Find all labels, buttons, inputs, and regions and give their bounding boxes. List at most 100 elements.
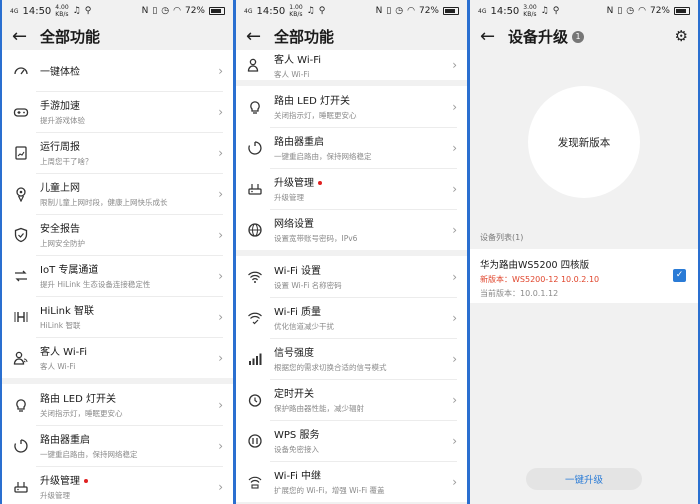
chevron-right-icon: › <box>218 397 223 412</box>
gear-icon[interactable]: ⚙ <box>675 27 688 45</box>
nfc-icon: N <box>606 6 614 16</box>
item-weekly-report[interactable]: 运行周报 上周您干了啥？ › <box>2 132 233 173</box>
page-title: 设备升级 1 <box>508 26 585 47</box>
item-router-restart[interactable]: 路由器重启 一键重启路由，保持网络稳定 › <box>2 425 233 466</box>
wifi-status-icon: ◠ <box>173 6 181 16</box>
item-led-switch[interactable]: 路由 LED 灯开关 关闭指示灯，睡眠更安心 › <box>2 384 233 425</box>
update-dot <box>84 479 88 483</box>
device-list-label: 设备列表(1) <box>480 233 524 242</box>
restart-icon <box>12 437 30 455</box>
item-subtitle: 上网安全防护 <box>40 239 85 248</box>
battery-icon <box>674 7 690 15</box>
screen-all-functions-2: 4G 14:50 1.00 KB/s ♫ ⚲ N ▯ ◷ ◠ 72% ← 全部功能… <box>236 0 467 504</box>
item-router-restart[interactable]: 路由器重启 一键重启路由，保持网络稳定 › <box>236 127 467 168</box>
item-wifi-quality[interactable]: Wi-Fi 质量优化信道减少干扰 › <box>236 297 467 338</box>
header: ← 设备升级 1 ⚙ <box>470 22 698 50</box>
child-icon <box>12 185 30 203</box>
gauge-icon <box>12 62 30 80</box>
chevron-right-icon: › <box>452 269 457 284</box>
chevron-right-icon: › <box>218 145 223 160</box>
bulb-icon <box>246 98 264 116</box>
vibrate-icon: ▯ <box>617 6 623 16</box>
report-icon <box>12 144 30 162</box>
screen-device-upgrade: 4G 14:50 3.00 KB/s ♫ ⚲ N ▯ ◷ ◠ 72% ← 设备升级… <box>470 0 698 504</box>
header: ← 全部功能 <box>236 22 467 50</box>
item-wifi-settings[interactable]: Wi-Fi 设置 设置 Wi-Fi 名称密码 › <box>236 256 467 297</box>
item-title: 路由 LED 灯开关 <box>40 394 116 405</box>
item-guest-wifi[interactable]: 客人 Wi-Fi 客人 Wi-Fi › <box>236 50 467 80</box>
item-subtitle: 提升游戏体验 <box>40 116 85 125</box>
chevron-right-icon: › <box>452 310 457 325</box>
count-badge: 1 <box>572 31 585 43</box>
item-iot-channel[interactable]: IoT 专属通道 提升 HiLink 生态设备连接稳定性 › <box>2 255 233 296</box>
wifi-status-icon: ◠ <box>638 6 646 16</box>
item-wps[interactable]: WPS 服务 设备免密接入 › <box>236 420 467 461</box>
chevron-right-icon: › <box>452 392 457 407</box>
chevron-right-icon: › <box>218 186 223 201</box>
globe-icon <box>246 221 264 239</box>
music-icon: ♫ <box>306 6 315 16</box>
chevron-right-icon: › <box>452 222 457 237</box>
item-subtitle: 上周您干了啥？ <box>40 157 93 166</box>
item-network-settings[interactable]: 网络设置 设置宽带账号密码，IPv6 › <box>236 209 467 250</box>
music-icon: ♫ <box>72 6 81 16</box>
item-signal-strength[interactable]: 信号强度 根据您的需求切换合适的信号模式 › <box>236 338 467 379</box>
clock: 14:50 <box>22 5 52 17</box>
item-upgrade-manage[interactable]: 升级管理 升级管理 › <box>2 466 233 504</box>
signal-indicator: 4G <box>10 7 19 15</box>
gamepad-icon <box>12 103 30 121</box>
item-guest-wifi[interactable]: 客人 Wi-Fi 客人 Wi-Fi › <box>2 337 233 378</box>
chevron-right-icon: › <box>452 433 457 448</box>
iot-icon <box>12 267 30 285</box>
item-title: 手游加速 <box>40 101 80 112</box>
chevron-right-icon: › <box>218 350 223 365</box>
item-subtitle: 优化信道减少干扰 <box>274 322 334 331</box>
checkbox-checked-icon[interactable]: ✓ <box>673 269 686 282</box>
update-dot <box>318 181 322 185</box>
function-list-3: Wi-Fi 设置 设置 Wi-Fi 名称密码 › Wi-Fi 质量优化信道减少干扰 ›… <box>236 256 467 502</box>
net-speed: 1.00 KB/s <box>289 4 303 18</box>
page-title: 全部功能 <box>274 27 335 46</box>
item-one-click-check[interactable]: 一键体检 › <box>2 50 233 91</box>
item-security-report[interactable]: 安全报告上网安全防护 › <box>2 214 233 255</box>
restart-icon <box>246 139 264 157</box>
function-list: 客人 Wi-Fi 客人 Wi-Fi › <box>236 50 467 80</box>
back-arrow-icon[interactable]: ← <box>246 26 270 47</box>
item-title: Wi-Fi 质量 <box>274 307 322 318</box>
item-upgrade-manage[interactable]: 升级管理 升级管理 › <box>236 168 467 209</box>
item-title: 路由 LED 灯开关 <box>274 96 350 107</box>
clock: 14:50 <box>256 5 286 17</box>
item-title: 网络设置 <box>274 219 314 230</box>
back-arrow-icon[interactable]: ← <box>12 26 36 47</box>
item-subtitle: 客人 Wi-Fi <box>274 69 310 79</box>
back-arrow-icon[interactable]: ← <box>480 26 504 47</box>
item-game-accel[interactable]: 手游加速 提升游戏体验 › <box>2 91 233 132</box>
alarm-icon: ◷ <box>161 6 170 16</box>
net-speed: 3.00 KB/s <box>523 4 537 18</box>
hilink-icon <box>12 308 30 326</box>
item-title: 客人 Wi-Fi <box>40 347 88 358</box>
guest-icon <box>246 56 264 74</box>
chevron-right-icon: › <box>218 227 223 242</box>
item-led-switch[interactable]: 路由 LED 灯开关 关闭指示灯，睡眠更安心 › <box>236 86 467 127</box>
chevron-right-icon: › <box>452 99 457 114</box>
chevron-right-icon: › <box>452 474 457 489</box>
item-title: 儿童上网 <box>40 183 80 194</box>
item-timer-switch[interactable]: 定时开关 保护路由器性能，减少辐射 › <box>236 379 467 420</box>
item-title: 一键体检 <box>40 67 80 78</box>
one-click-upgrade-button[interactable]: 一键升级 <box>526 468 642 490</box>
alarm-icon: ◷ <box>395 6 404 16</box>
item-subtitle: 一键重启路由，保持网络稳定 <box>274 152 372 161</box>
item-title: 升级管理 <box>274 174 447 189</box>
item-subtitle: 扩展您的 Wi-Fi，增强 Wi-Fi 覆盖 <box>274 486 385 495</box>
item-kids-online[interactable]: 儿童上网 限制儿童上网时段，健康上网快乐成长 › <box>2 173 233 214</box>
item-wifi-relay[interactable]: Wi-Fi 中继扩展您的 Wi-Fi，增强 Wi-Fi 覆盖 › <box>236 461 467 502</box>
status-bar: 4G 14:50 3.00 KB/s ♫ ⚲ N ▯ ◷ ◠ 72% <box>470 0 698 22</box>
item-hilink[interactable]: HiLink 智联 HiLink 智联 › <box>2 296 233 337</box>
item-subtitle: 一键重启路由，保持网络稳定 <box>40 450 138 459</box>
item-subtitle: 客人 Wi-Fi <box>40 362 76 371</box>
router-icon <box>12 478 30 496</box>
item-title: 安全报告 <box>40 224 80 235</box>
device-card[interactable]: 华为路由WS5200 四核版 新版本：WS5200-12 10.0.2.10 当… <box>470 249 698 303</box>
item-title: Wi-Fi 中继 <box>274 471 322 482</box>
